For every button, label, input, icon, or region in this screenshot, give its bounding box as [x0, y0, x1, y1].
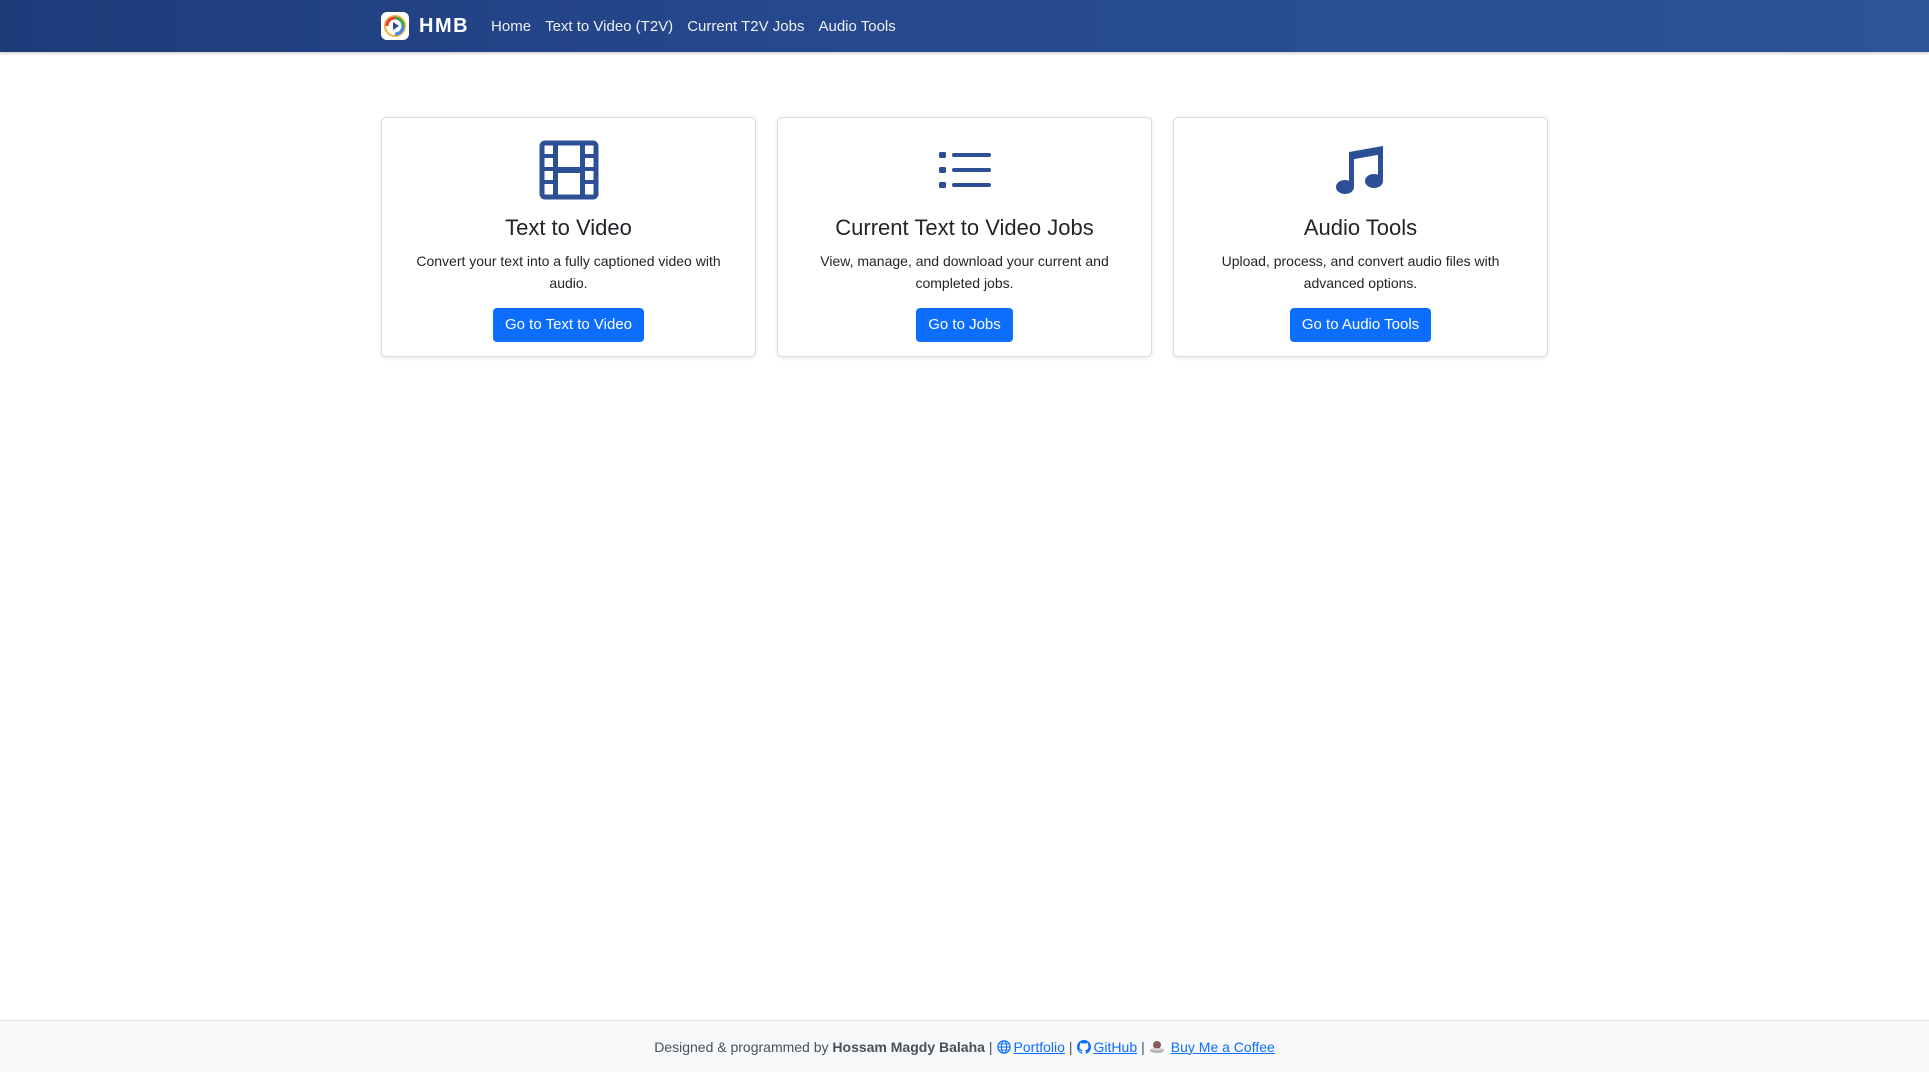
- music-note-icon: [1174, 140, 1547, 200]
- card-description: Upload, process, and convert audio files…: [1221, 253, 1500, 291]
- github-link-label: GitHub: [1093, 1038, 1138, 1055]
- card-text-to-video: Text to Video Convert your text into a f…: [381, 117, 756, 357]
- go-to-text-to-video-button[interactable]: Go to Text to Video: [492, 308, 645, 342]
- brand-name: HMB: [419, 14, 470, 37]
- film-icon: [382, 140, 755, 200]
- github-link[interactable]: GitHub: [1076, 1038, 1138, 1055]
- globe-icon: [996, 1039, 1011, 1054]
- footer-credit-prefix: Designed & programmed by: [654, 1038, 829, 1055]
- card-title: Current Text to Video Jobs: [835, 215, 1094, 240]
- coffee-icon: [1149, 1040, 1164, 1053]
- portfolio-link[interactable]: Portfolio: [996, 1038, 1065, 1055]
- card-description: Convert your text into a fully captioned…: [416, 253, 721, 291]
- github-icon: [1076, 1039, 1091, 1054]
- footer-separator: |: [988, 1038, 993, 1055]
- buy-me-a-coffee-link[interactable]: Buy Me a Coffee: [1149, 1039, 1275, 1055]
- footer-separator: |: [1141, 1038, 1145, 1055]
- nav-link-text-to-video[interactable]: Text to Video (T2V): [545, 18, 673, 35]
- card-description: View, manage, and download your current …: [820, 253, 1109, 291]
- navbar-content: HMB Home Text to Video (T2V) Current T2V…: [381, 0, 910, 52]
- hmb-logo-icon: [381, 12, 409, 40]
- footer-author-name: Hossam Magdy Balaha: [832, 1038, 985, 1055]
- go-to-audio-tools-button[interactable]: Go to Audio Tools: [1289, 308, 1432, 342]
- card-title: Text to Video: [505, 215, 632, 240]
- card-current-jobs: Current Text to Video Jobs View, manage,…: [777, 117, 1152, 357]
- top-navbar: HMB Home Text to Video (T2V) Current T2V…: [0, 0, 1929, 52]
- footer-separator: |: [1068, 1038, 1073, 1055]
- card-title: Audio Tools: [1303, 215, 1418, 240]
- go-to-jobs-button[interactable]: Go to Jobs: [916, 308, 1013, 342]
- brand-link[interactable]: HMB: [381, 12, 469, 40]
- page-footer: Designed & programmed by Hossam Magdy Ba…: [0, 1020, 1929, 1072]
- nav-link-audio-tools[interactable]: Audio Tools: [818, 18, 895, 35]
- card-audio-tools: Audio Tools Upload, process, and convert…: [1173, 117, 1548, 357]
- list-icon: [778, 140, 1151, 200]
- nav-link-current-t2v-jobs[interactable]: Current T2V Jobs: [687, 18, 804, 35]
- feature-cards: Text to Video Convert your text into a f…: [381, 117, 1548, 357]
- portfolio-link-label: Portfolio: [1013, 1038, 1065, 1055]
- nav-link-home[interactable]: Home: [491, 18, 531, 35]
- buy-me-a-coffee-label: Buy Me a Coffee: [1170, 1038, 1275, 1055]
